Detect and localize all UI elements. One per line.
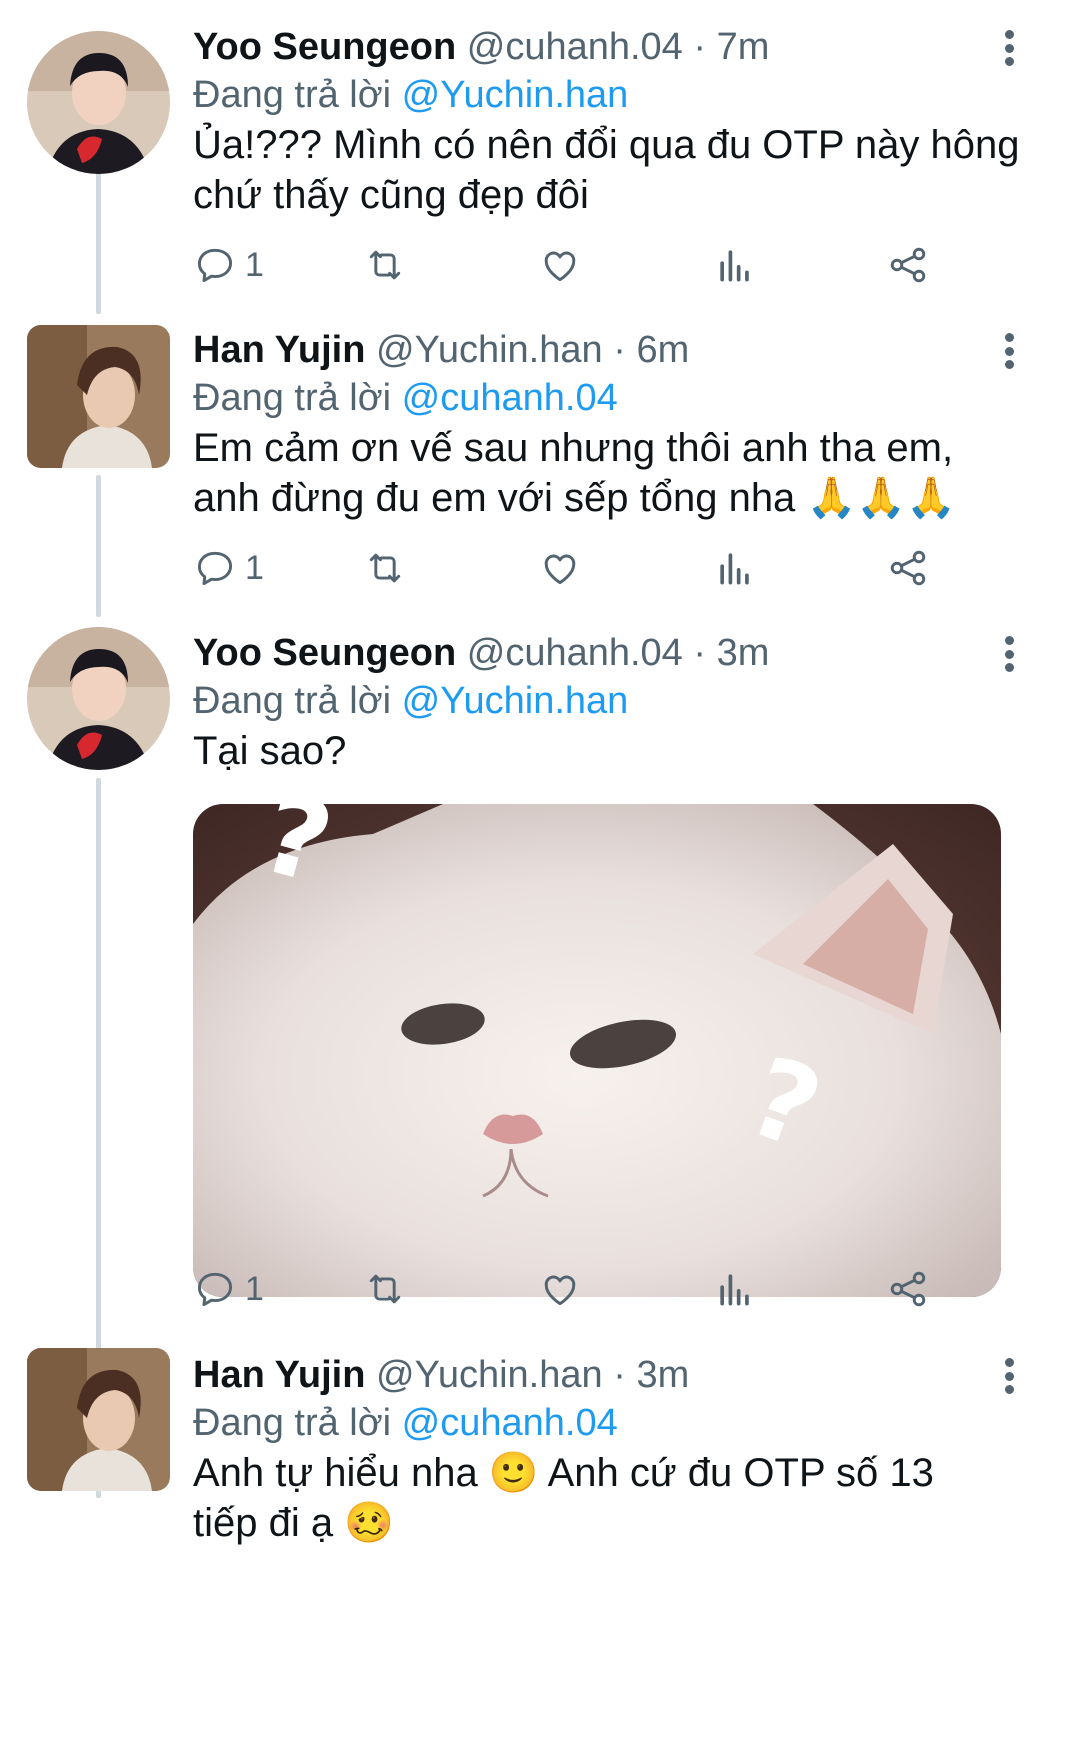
avatar[interactable] <box>27 1348 170 1491</box>
reply-context: Đang trả lời @Yuchin.han <box>193 676 628 726</box>
share-icon <box>890 1271 926 1307</box>
retweet-button[interactable] <box>363 543 407 593</box>
action-bar: 1 <box>193 240 1023 290</box>
like-button[interactable] <box>538 1264 582 1314</box>
analytics-button[interactable] <box>713 240 757 290</box>
user-handle[interactable]: @cuhanh.04 <box>467 632 683 674</box>
share-button[interactable] <box>886 543 930 593</box>
tweet-header: Han Yujin @Yuchin.han · 6m <box>193 325 689 375</box>
timestamp[interactable]: 6m <box>636 329 689 371</box>
reply-count: 1 <box>245 1269 264 1308</box>
action-bar: 1 <box>193 1264 1023 1314</box>
like-icon <box>544 1275 576 1306</box>
retweet-button[interactable] <box>363 1264 407 1314</box>
user-handle[interactable]: @cuhanh.04 <box>467 26 683 68</box>
more-icon[interactable] <box>994 329 1024 373</box>
like-button[interactable] <box>538 240 582 290</box>
retweet-icon <box>369 250 401 280</box>
reply-mention[interactable]: @Yuchin.han <box>402 74 629 116</box>
tweet-text-line: Anh tự hiểu nha 🙂 Anh cứ đu OTP số 13 <box>193 1448 1053 1498</box>
display-name[interactable]: Yoo Seungeon <box>193 26 456 68</box>
woozy-face-emoji: 🥴 <box>344 1500 395 1546</box>
like-icon <box>544 554 576 585</box>
share-button[interactable] <box>886 1264 930 1314</box>
tweet-header: Yoo Seungeon @cuhanh.04 · 7m <box>193 22 769 72</box>
reply-prefix: Đang trả lời <box>193 1402 392 1444</box>
tweet-text-segment: anh đừng đu em với sếp tổng nha <box>193 476 796 520</box>
more-icon[interactable] <box>994 26 1024 70</box>
analytics-button[interactable] <box>713 1264 757 1314</box>
retweet-icon <box>369 553 401 583</box>
separator: · <box>693 632 707 674</box>
timestamp[interactable]: 7m <box>717 26 770 68</box>
tweet[interactable]: Han Yujin @Yuchin.han · 3m Đang trả lời … <box>0 1348 1080 1749</box>
smile-emoji: 🙂 <box>488 1450 539 1496</box>
tweet-text-line: Ủa!??? Mình có nên đổi qua đu OTP này hô… <box>193 123 1020 167</box>
reply-prefix: Đang trả lời <box>193 680 392 722</box>
reply-mention[interactable]: @cuhanh.04 <box>402 1402 618 1444</box>
tweet-text-line: Em cảm ơn vế sau nhưng thôi anh tha em, <box>193 426 954 470</box>
avatar[interactable] <box>27 627 170 770</box>
tweet-text-segment: Anh tự hiểu nha <box>193 1451 478 1495</box>
tweet-text: Em cảm ơn vế sau nhưng thôi anh tha em, … <box>193 423 1053 523</box>
action-bar: 1 <box>193 543 1023 593</box>
retweet-button[interactable] <box>363 240 407 290</box>
tweet[interactable]: Yoo Seungeon @cuhanh.04 · 7m Đang trả lờ… <box>0 22 1080 312</box>
timestamp[interactable]: 3m <box>717 632 770 674</box>
separator: · <box>693 26 707 68</box>
retweet-icon <box>369 1274 401 1304</box>
tweet-header: Yoo Seungeon @cuhanh.04 · 3m <box>193 628 769 678</box>
user-handle[interactable]: @Yuchin.han <box>376 329 603 371</box>
tweet-text-segment: Anh cứ đu OTP số 13 <box>547 1451 934 1495</box>
analytics-button[interactable] <box>713 543 757 593</box>
timestamp[interactable]: 3m <box>636 1354 689 1396</box>
tweet-header: Han Yujin @Yuchin.han · 3m <box>193 1350 689 1400</box>
reply-icon <box>197 1272 233 1307</box>
confused-white-cat-image[interactable]: ? ? <box>193 804 1001 1297</box>
separator: · <box>613 1354 626 1396</box>
reply-button[interactable]: 1 <box>193 240 264 290</box>
separator: · <box>613 329 626 371</box>
tweet-text-segment: tiếp đi ạ <box>193 1501 334 1545</box>
avatar[interactable] <box>27 31 170 174</box>
tweet-text: Tại sao? <box>193 726 1053 776</box>
like-button[interactable] <box>538 543 582 593</box>
reply-context: Đang trả lời @cuhanh.04 <box>193 1398 618 1448</box>
display-name[interactable]: Han Yujin <box>193 329 365 371</box>
share-button[interactable] <box>886 240 930 290</box>
more-icon[interactable] <box>994 1354 1024 1398</box>
display-name[interactable]: Han Yujin <box>193 1354 365 1396</box>
reply-context: Đang trả lời @Yuchin.han <box>193 70 628 120</box>
reply-button[interactable]: 1 <box>193 1264 264 1314</box>
folded-hands-emoji: 🙏🙏🙏 <box>806 475 956 521</box>
analytics-icon <box>720 250 749 282</box>
avatar[interactable] <box>27 325 170 468</box>
tweet-text-line: chứ thấy cũng đẹp đôi <box>193 173 589 217</box>
reply-prefix: Đang trả lời <box>193 74 392 116</box>
user-handle[interactable]: @Yuchin.han <box>376 1354 603 1396</box>
reply-count: 1 <box>245 245 264 284</box>
more-icon[interactable] <box>994 632 1024 676</box>
tweet-text: Ủa!??? Mình có nên đổi qua đu OTP này hô… <box>193 120 1053 220</box>
reply-prefix: Đang trả lời <box>193 377 392 419</box>
tweet-text: Anh tự hiểu nha 🙂 Anh cứ đu OTP số 13 ti… <box>193 1448 1053 1548</box>
share-icon <box>890 247 926 283</box>
reply-icon <box>197 551 233 586</box>
reply-context: Đang trả lời @cuhanh.04 <box>193 373 618 423</box>
analytics-icon <box>720 553 749 585</box>
reply-button[interactable]: 1 <box>193 543 264 593</box>
reply-icon <box>197 248 233 283</box>
reply-mention[interactable]: @cuhanh.04 <box>402 377 618 419</box>
display-name[interactable]: Yoo Seungeon <box>193 632 456 674</box>
analytics-icon <box>720 1274 749 1306</box>
share-icon <box>890 550 926 586</box>
like-icon <box>544 251 576 282</box>
tweet[interactable]: Yoo Seungeon @cuhanh.04 · 3m Đang trả lờ… <box>0 627 1080 1333</box>
tweet[interactable]: Han Yujin @Yuchin.han · 6m Đang trả lời … <box>0 325 1080 615</box>
reply-mention[interactable]: @Yuchin.han <box>402 680 629 722</box>
tweet-text-line: Tại sao? <box>193 729 347 773</box>
tweet-text-line: anh đừng đu em với sếp tổng nha 🙏🙏🙏 <box>193 473 1053 523</box>
reply-count: 1 <box>245 548 264 587</box>
tweet-text-line: tiếp đi ạ 🥴 <box>193 1498 1053 1548</box>
